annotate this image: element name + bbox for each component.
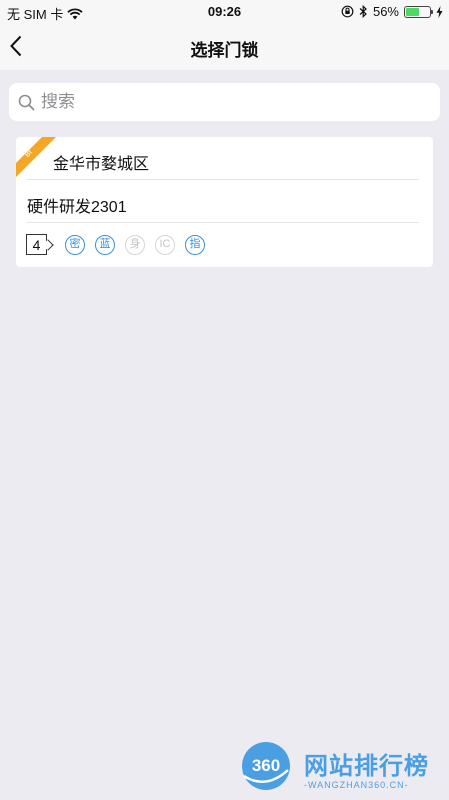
lock-card[interactable]: Bt 金华市婺城区 硬件研发2301 4 密 蓝 身 IC 指 <box>16 137 433 267</box>
divider <box>27 222 419 223</box>
corner-ribbon: Bt <box>16 137 56 177</box>
watermark: 360 网站排行榜 -WANGZHAN360.CN- <box>236 738 449 800</box>
lock-name: 硬件研发2301 <box>27 199 127 216</box>
feature-id-card-icon: 身 <box>125 234 145 255</box>
feature-bluetooth-icon: 蓝 <box>95 234 115 255</box>
search-box[interactable] <box>9 83 440 121</box>
nav-bar: 选择门锁 <box>0 24 449 70</box>
bluetooth-icon <box>359 5 367 18</box>
watermark-title: 网站排行榜 <box>304 753 429 780</box>
orientation-lock-icon <box>341 5 354 18</box>
search-input[interactable] <box>41 92 421 112</box>
battery-icon <box>404 5 433 18</box>
page-title: 选择门锁 <box>190 41 259 60</box>
battery-percent: 56% <box>372 4 399 19</box>
status-bar: 无 SIM 卡 09:26 56% <box>0 0 449 24</box>
divider <box>27 179 419 180</box>
lock-count-badge: 4 <box>26 234 47 255</box>
battery-fill <box>406 7 419 16</box>
watermark-logo-text: 360 <box>252 756 280 775</box>
feature-ic-card-icon: IC <box>155 234 175 255</box>
watermark-subtitle: -WANGZHAN360.CN- <box>304 780 409 790</box>
watermark-logo: 360 <box>242 742 290 790</box>
feature-fingerprint-icon: 指 <box>185 234 205 255</box>
feature-row: 4 密 蓝 身 IC 指 <box>26 234 215 255</box>
search-icon <box>18 94 35 110</box>
status-right: 56% <box>341 4 443 19</box>
lock-location: 金华市婺城区 <box>53 156 150 173</box>
feature-password-icon: 密 <box>65 234 85 255</box>
charging-icon <box>436 5 443 18</box>
